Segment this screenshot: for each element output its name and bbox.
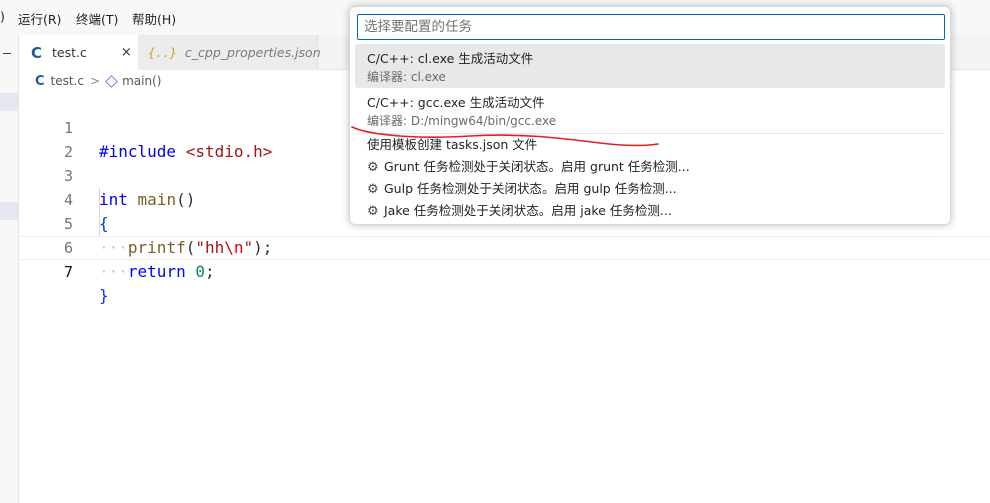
quick-pick-item-description: 编译器: D:/mingw64/bin/gcc.exe: [367, 114, 557, 128]
tab-label: c_cpp_properties.json: [184, 45, 321, 60]
side-strip-selection[interactable]: [0, 93, 18, 111]
quick-pick-item-label: Gulp 任务检测处于关闭状态。启用 gulp 任务检测...: [384, 181, 677, 196]
token-return: return: [127, 262, 186, 281]
token-close-brace: }: [99, 286, 109, 305]
quick-pick-item-label: Grunt 任务检测处于关闭状态。启用 grunt 任务检测...: [384, 159, 690, 174]
menu-item-help[interactable]: 帮助(H): [132, 9, 176, 28]
quick-pick-item-grunt[interactable]: ⚙ Grunt 任务检测处于关闭状态。启用 grunt 任务检测...: [355, 156, 945, 178]
token-semicolon: ;: [204, 262, 215, 281]
line-number: 7: [63, 263, 73, 281]
menu-item-partial[interactable]: ): [0, 9, 5, 24]
quick-pick-dialog: C/C++: cl.exe 生成活动文件 编译器: cl.exe C/C++: …: [349, 6, 951, 225]
symbol-method-icon: [105, 74, 118, 88]
gear-icon: ⚙: [367, 204, 379, 219]
quick-pick-input[interactable]: [357, 14, 945, 40]
gear-icon: ⚙: [367, 160, 379, 175]
code-line-current[interactable]: 7 }: [19, 236, 990, 305]
quick-pick-item-template[interactable]: 使用模板创建 tasks.json 文件: [355, 134, 945, 156]
menu-item-terminal[interactable]: 终端(T): [76, 9, 118, 28]
gear-icon: ⚙: [367, 182, 379, 197]
json-file-icon: {..}: [148, 45, 177, 60]
side-panel-strip: [0, 35, 19, 503]
quick-pick-item-description: 编译器: cl.exe: [367, 70, 446, 84]
side-strip-selection-2[interactable]: [0, 202, 18, 220]
whitespace-dots: ···: [99, 262, 128, 281]
quick-pick-item-label: 使用模板创建 tasks.json 文件: [367, 137, 538, 152]
quick-pick-item-gulp[interactable]: ⚙ Gulp 任务检测处于关闭状态。启用 gulp 任务检测...: [355, 178, 945, 200]
quick-pick-item-label: C/C++: gcc.exe 生成活动文件: [367, 95, 545, 110]
breadcrumb: C test.c > main(): [19, 70, 161, 92]
breadcrumb-symbol[interactable]: main(): [122, 74, 161, 88]
quick-pick-item-jake[interactable]: ⚙ Jake 任务检测处于关闭状态。启用 jake 任务检测...: [355, 200, 945, 222]
menu-item-run[interactable]: 运行(R): [18, 9, 61, 28]
c-file-icon: C: [31, 43, 43, 62]
quick-pick-item-label: Jake 任务检测处于关闭状态。启用 jake 任务检测...: [384, 203, 672, 218]
tab-c-cpp-properties[interactable]: {..} c_cpp_properties.json: [138, 35, 321, 70]
tab-label: test.c: [52, 45, 87, 60]
breadcrumb-file[interactable]: test.c: [51, 74, 84, 88]
chevron-right-icon: >: [90, 74, 101, 88]
line-content: ···return 0;: [99, 260, 215, 284]
side-strip-marker: [3, 53, 11, 54]
quick-pick-item-cl[interactable]: C/C++: cl.exe 生成活动文件 编译器: cl.exe: [355, 44, 945, 88]
token-zero: 0: [195, 262, 205, 281]
c-file-icon: C: [35, 73, 45, 89]
tab-test-c[interactable]: C test.c ×: [19, 35, 138, 70]
quick-pick-item-gcc[interactable]: C/C++: gcc.exe 生成活动文件 编译器: D:/mingw64/bi…: [355, 88, 945, 132]
close-icon[interactable]: ×: [121, 45, 132, 60]
quick-pick-item-label: C/C++: cl.exe 生成活动文件: [367, 51, 534, 66]
